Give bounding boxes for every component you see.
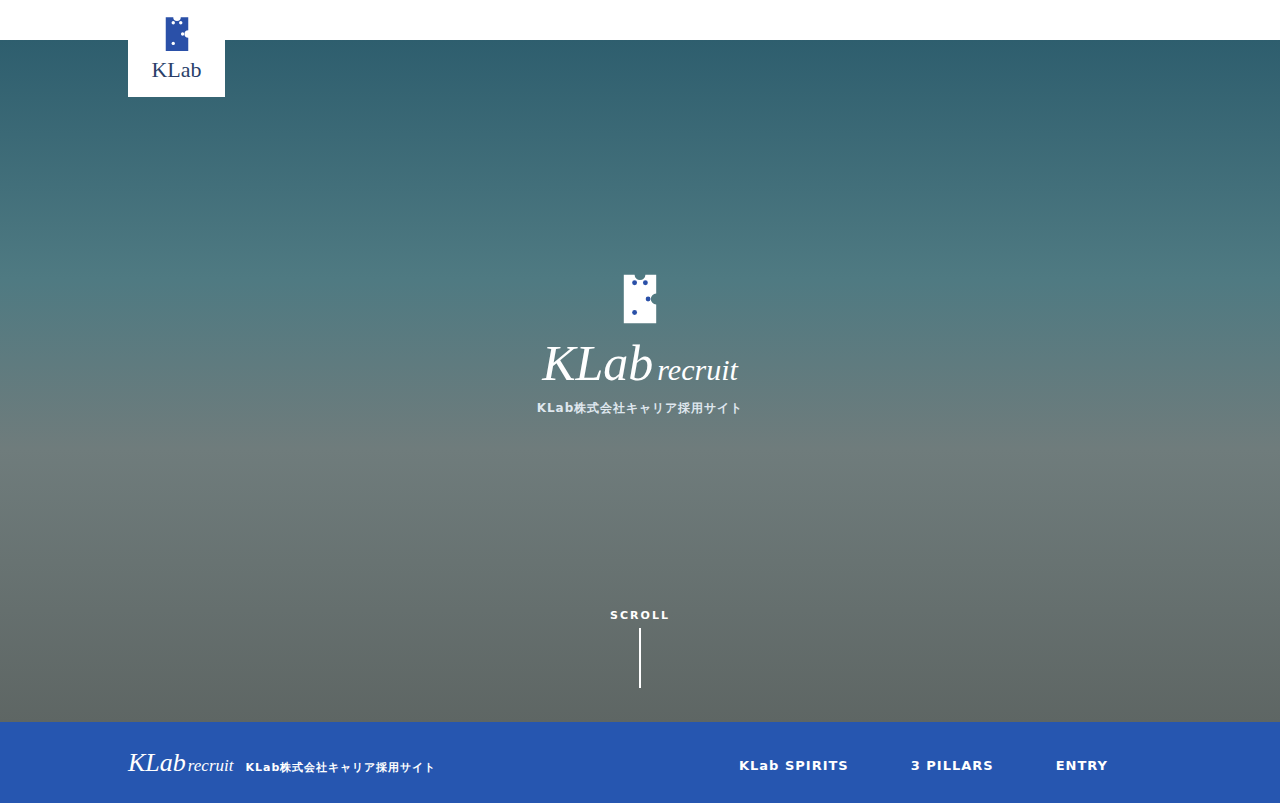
puzzle-icon [162, 15, 192, 53]
nav: KLab SPIRITS 3 PILLARS ENTRY [739, 752, 1108, 773]
nav-item[interactable]: ENTRY [1056, 758, 1108, 773]
scroll-indicator[interactable]: SCROLL [610, 609, 670, 688]
footer-subtitle: KLab株式会社キャリア採用サイト [245, 760, 436, 775]
hero-logo: KLabrecruit KLab株式会社キャリア採用サイト [537, 272, 744, 417]
puzzle-icon [618, 272, 662, 326]
hero: KLabrecruit KLab株式会社キャリア採用サイト SCROLL [0, 40, 1280, 722]
footer-brand[interactable]: KLabrecruit KLab株式会社キャリア採用サイト [128, 748, 436, 778]
scroll-label: SCROLL [610, 609, 670, 622]
hero-subtitle: KLab株式会社キャリア採用サイト [537, 400, 744, 417]
top-bar: KLab [0, 0, 1280, 40]
nav-item[interactable]: 3 PILLARS [911, 758, 994, 773]
header-logo-text: KLab [151, 57, 201, 83]
footer-logo: KLabrecruit [128, 748, 233, 778]
bottom-bar: KLabrecruit KLab株式会社キャリア採用サイト KLab SPIRI… [0, 722, 1280, 803]
scroll-line [639, 628, 641, 688]
hero-logo-text: KLabrecruit [542, 334, 738, 392]
nav-item[interactable]: KLab SPIRITS [739, 758, 849, 773]
page: KLab KLabrecruit KLab株式会社キャリア採用サイト SCROL… [0, 0, 1280, 803]
header-logo[interactable]: KLab [128, 0, 225, 97]
